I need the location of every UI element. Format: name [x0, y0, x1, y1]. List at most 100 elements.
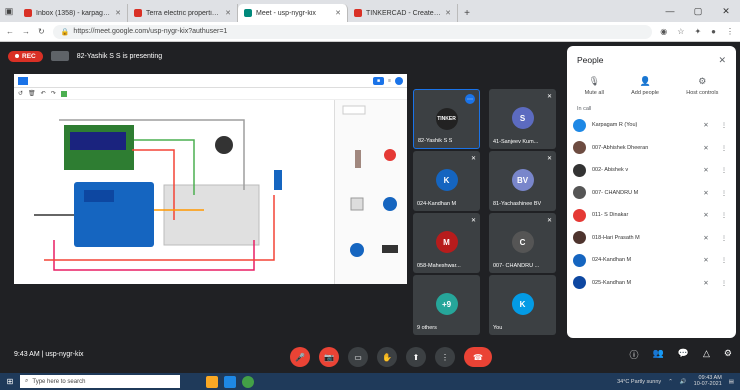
pinned-apps [206, 375, 254, 388]
chrome-icon[interactable] [242, 375, 254, 388]
browser-toolbar: ◉ ☆ ✦ ● ⋮ [660, 27, 734, 36]
browser-tab[interactable]: Inbox (1358) - karpagamvi@gm ✕ [18, 4, 128, 22]
host-controls-button[interactable]: ⚙ Host controls [686, 76, 718, 96]
mic-off-icon[interactable]: ✕ [700, 166, 712, 174]
mic-off-icon[interactable]: ✕ [700, 234, 712, 242]
new-tab-icon[interactable]: + [458, 4, 476, 22]
avatar: C [511, 231, 534, 253]
participant-tile[interactable]: ✕ C 007- CHANDRU ... [489, 213, 556, 273]
present-button[interactable]: ⬆ [406, 347, 426, 367]
url-field[interactable]: 🔒 https://meet.google.com/usp-nygr-kix?a… [52, 24, 653, 39]
windows-start-icon[interactable]: ⊞ [0, 373, 20, 390]
people-panel: People ✕ 🎙 Mute all 👤 Add people ⚙ Host … [567, 46, 736, 338]
close-icon[interactable]: ✕ [718, 55, 726, 66]
participant-name: 007-Abhishek Dheeran [592, 144, 649, 151]
captions-button[interactable]: ▭ [348, 347, 368, 367]
list-item[interactable]: 007- CHANDRU M ✕ ⋮ [573, 182, 730, 205]
more-options-icon[interactable]: ⋮ [718, 234, 730, 242]
participant-list: Karpagam R (You) ✕ ⋮ 007-Abhishek Dheera… [567, 114, 736, 294]
list-item[interactable]: 024-Kandhan M ✕ ⋮ [573, 249, 730, 272]
chat-icon[interactable]: 💬 [678, 348, 689, 361]
more-options-icon[interactable]: ⋮ [718, 144, 730, 152]
clock[interactable]: 09:43 AM 10-07-2021 [694, 375, 722, 388]
avatar [573, 253, 586, 267]
more-options-icon[interactable]: ⋮ [718, 166, 730, 174]
star-icon[interactable]: ☆ [677, 27, 684, 36]
reload-icon[interactable]: ↻ [38, 27, 45, 36]
list-item[interactable]: 011- S Dinakar ✕ ⋮ [573, 204, 730, 227]
taskbar-search[interactable]: ⌕ Type here to search [20, 375, 180, 388]
store-icon[interactable] [224, 375, 236, 388]
share-button: ■ [373, 76, 385, 85]
others-tile[interactable]: +9 9 others [413, 275, 480, 335]
minimize-icon[interactable]: — [656, 0, 684, 22]
system-tray: 34°C Partly sunny ⌃ 🔊 09:43 AM 10-07-202… [617, 375, 740, 388]
participant-tile[interactable]: ✕ M 058-Maheshwar... [413, 213, 480, 273]
avatar [573, 276, 586, 290]
mic-off-icon[interactable]: ✕ [700, 256, 712, 264]
mute-all-button[interactable]: 🎙 Mute all [585, 76, 604, 96]
mic-off-icon: ✕ [546, 94, 552, 100]
more-options-icon[interactable]: ⋯ [465, 94, 475, 104]
close-tab-icon[interactable]: ✕ [225, 9, 231, 17]
browser-tab[interactable]: Terra electric properties - Kang ✕ [128, 4, 238, 22]
more-options-icon[interactable]: ⋮ [718, 189, 730, 197]
mic-off-icon[interactable]: ✕ [700, 144, 712, 152]
close-tab-icon[interactable]: ✕ [115, 9, 121, 17]
camera-toggle-button[interactable]: 📷 [319, 347, 339, 367]
list-item[interactable]: 018-Hari Prasath M ✕ ⋮ [573, 227, 730, 250]
file-explorer-icon[interactable] [206, 375, 218, 388]
more-options-button[interactable]: ⋮ [435, 347, 455, 367]
close-window-icon[interactable]: ✕ [712, 0, 740, 22]
list-item[interactable]: 025-Kandhan M ✕ ⋮ [573, 272, 730, 295]
pushbutton-component [350, 197, 364, 211]
window-menu-icon[interactable]: ▣ [0, 0, 18, 22]
mic-off-icon[interactable]: ✕ [700, 121, 712, 129]
host-controls-icon[interactable]: ⚙ [724, 348, 732, 361]
participant-tile[interactable]: ⋯ TINKER 82-Yashik S S [413, 89, 480, 149]
mic-toggle-button[interactable]: 🎤 [290, 347, 310, 367]
participant-name: 002- Abishek v [592, 167, 629, 174]
mic-off-icon: ✕ [546, 156, 552, 162]
participant-tile[interactable]: ✕ S 41-Sanjeev Kum... [489, 89, 556, 149]
mic-off-icon[interactable]: ✕ [700, 189, 712, 197]
profile-icon[interactable]: ● [711, 27, 716, 36]
network-icon[interactable]: ⌃ [668, 379, 673, 385]
participant-name: 011- S Dinakar [592, 212, 629, 219]
raise-hand-button[interactable]: ✋ [377, 347, 397, 367]
maximize-icon[interactable]: ▢ [684, 0, 712, 22]
participant-tile[interactable]: ✕ BV 81-Yachashinee BV [489, 151, 556, 211]
list-item[interactable]: 007-Abhishek Dheeran ✕ ⋮ [573, 137, 730, 160]
camera-icon[interactable]: ◉ [660, 27, 667, 36]
more-options-icon[interactable]: ⋮ [718, 121, 730, 129]
info-icon[interactable]: ⓘ [630, 348, 639, 361]
more-options-icon[interactable]: ⋮ [718, 211, 730, 219]
people-icon[interactable]: 👥 [653, 348, 664, 361]
forward-icon[interactable]: → [22, 27, 30, 36]
list-item[interactable]: 002- Abishek v ✕ ⋮ [573, 159, 730, 182]
menu-icon[interactable]: ⋮ [726, 27, 734, 36]
color-swatch [60, 90, 67, 97]
add-people-button[interactable]: 👤 Add people [631, 76, 659, 96]
browser-tab-active[interactable]: Meet - usp-nygr-kix ✕ [238, 4, 348, 22]
extensions-icon[interactable]: ✦ [694, 27, 701, 36]
volume-icon[interactable]: 🔊 [680, 379, 687, 385]
tinkercad-icon [354, 9, 362, 17]
browser-tab[interactable]: TINKERCAD - Create Circuit ✕ [348, 4, 458, 22]
people-actions: 🎙 Mute all 👤 Add people ⚙ Host controls [567, 74, 736, 100]
mic-off-icon[interactable]: ✕ [700, 279, 712, 287]
mic-off-icon[interactable]: ✕ [700, 211, 712, 219]
tinkercad-logo [18, 76, 28, 85]
close-tab-icon[interactable]: ✕ [335, 9, 341, 17]
shared-screen[interactable]: ■ ≡ ↺ 🗑 ↶ ↷ [14, 74, 407, 284]
back-icon[interactable]: ← [6, 27, 14, 36]
close-tab-icon[interactable]: ✕ [445, 9, 451, 17]
list-item[interactable]: Karpagam R (You) ✕ ⋮ [573, 114, 730, 137]
self-tile[interactable]: K You [489, 275, 556, 335]
end-call-button[interactable]: ☎ [464, 347, 492, 367]
activities-icon[interactable]: △ [703, 348, 710, 361]
participant-tile[interactable]: ✕ K 024-Kandhan M [413, 151, 480, 211]
notifications-icon[interactable]: ▤ [729, 379, 734, 385]
more-options-icon[interactable]: ⋮ [718, 256, 730, 264]
more-options-icon[interactable]: ⋮ [718, 279, 730, 287]
